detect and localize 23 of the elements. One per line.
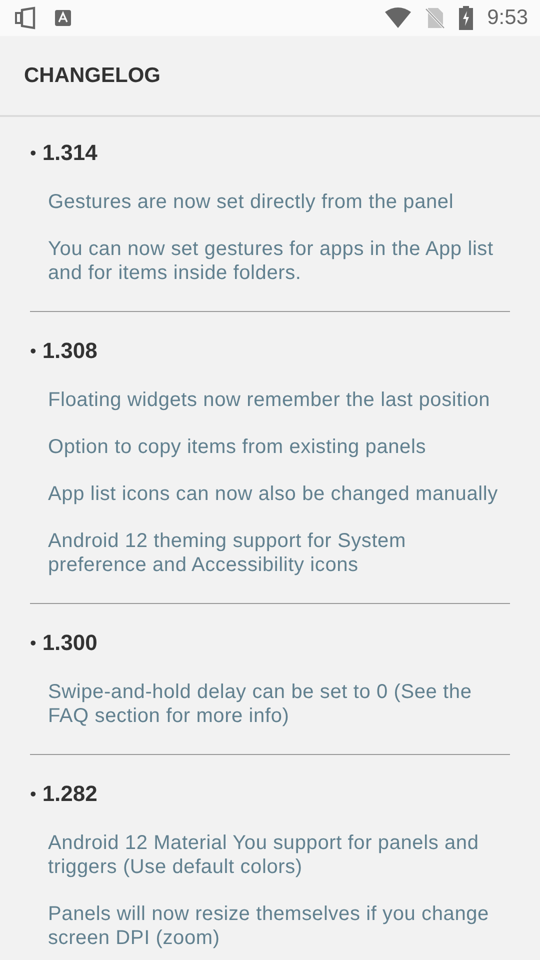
wifi-icon: [385, 7, 412, 29]
battery-charging-icon: [459, 6, 474, 30]
changelog-entry: App list icons can now also be changed manually: [48, 482, 499, 506]
version-number: 1.314: [42, 140, 98, 166]
changelog-entry: You can now set gestures for apps in the App list and for items inside folders.: [48, 237, 494, 285]
changelog-entry: Android 12 Material You support for panels and triggers (Use default colors): [48, 831, 480, 879]
bullet: •: [30, 784, 36, 804]
page-title: CHANGELOG: [24, 64, 160, 88]
changelog-entry: Floating widgets now remember the last position: [48, 388, 492, 412]
changelog-entry: Swipe-and-hold delay can be set to 0 (See the FAQ section for more info): [48, 680, 473, 728]
changelog-entry: Option to copy items from existing panels: [48, 435, 428, 459]
keyboard-app-icon: [54, 9, 72, 27]
version-number: 1.308: [42, 338, 98, 364]
changelog-entry: Gestures are now set directly from the panel: [48, 190, 455, 214]
version-number: 1.282: [42, 781, 98, 807]
version-number: 1.300: [42, 630, 98, 656]
bullet: •: [30, 340, 36, 362]
no-sim-icon: [425, 7, 446, 29]
changelog-entry: Panels will now resize themselves if you change screen DPI (zoom): [48, 902, 490, 950]
clock-time: 9:53: [487, 6, 528, 30]
bullet: •: [30, 632, 36, 654]
changelog-entry: Android 12 theming support for System preference and Accessibility icons: [48, 529, 407, 577]
bullet: •: [30, 142, 36, 164]
